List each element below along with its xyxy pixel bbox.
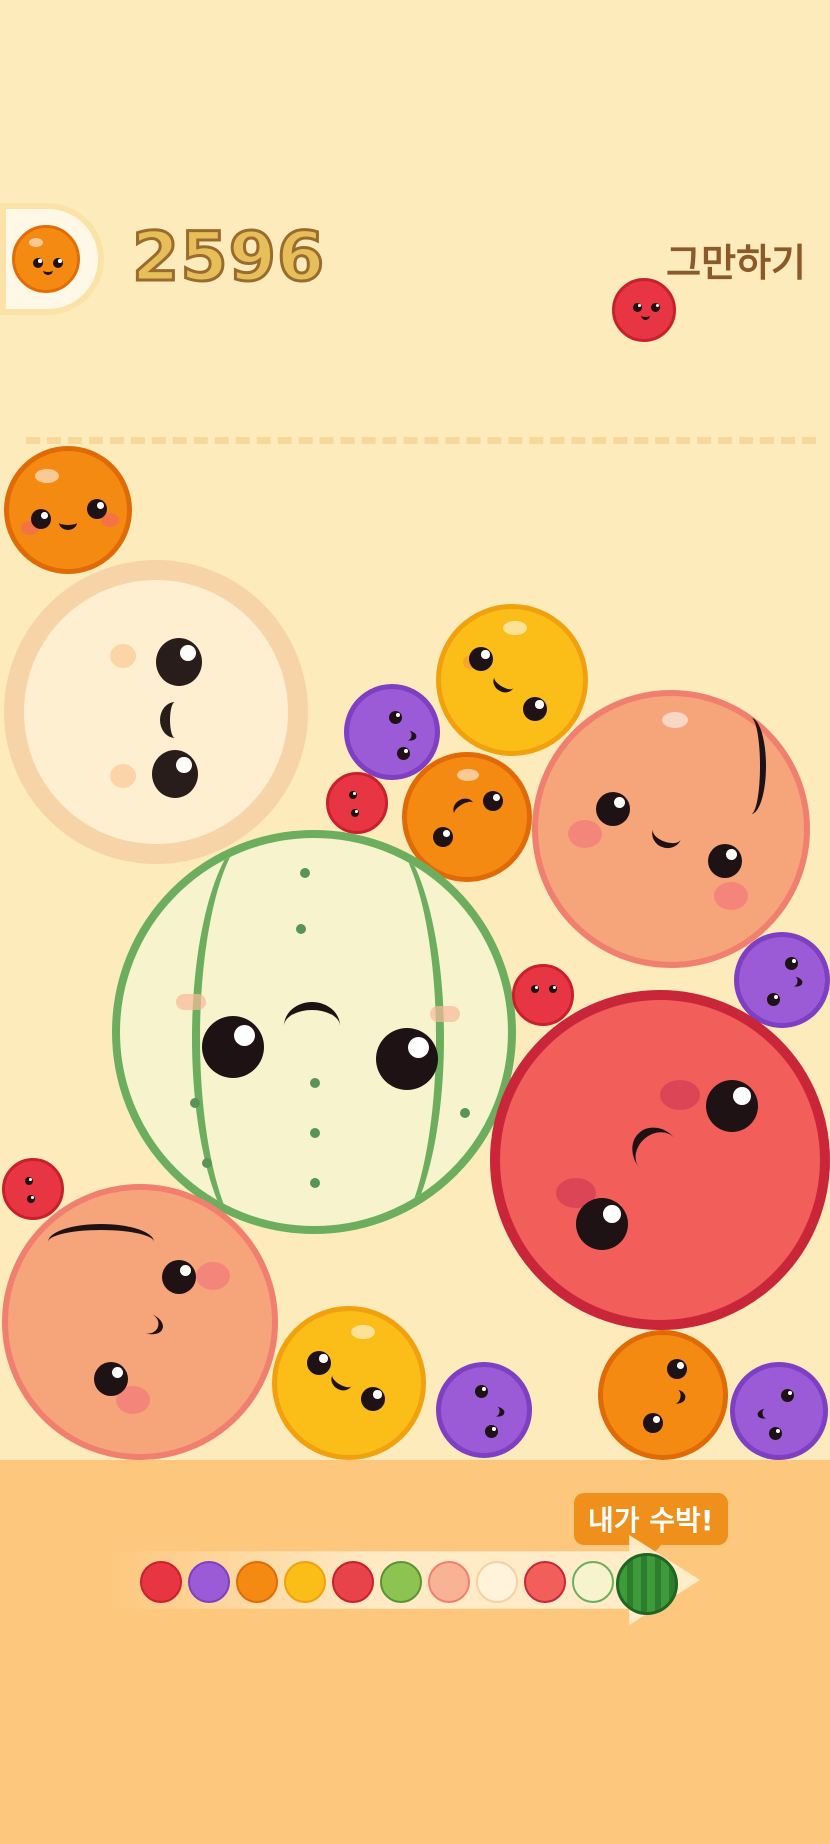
peach-icon	[428, 1561, 470, 1603]
orange-icon	[236, 1561, 278, 1603]
held-cherry[interactable]	[612, 278, 676, 342]
fruit-lemon	[436, 604, 588, 756]
evolution-strip	[110, 1535, 720, 1625]
fruit-grape	[436, 1362, 532, 1458]
fruit-orange	[598, 1330, 728, 1460]
fruit-melon	[112, 830, 516, 1234]
lemon-icon	[284, 1561, 326, 1603]
grape-icon	[188, 1561, 230, 1603]
fruit-peach	[2, 1184, 278, 1460]
fruit-grape	[730, 1362, 828, 1460]
fruit-grape	[734, 932, 830, 1028]
fruit-cherry	[512, 964, 574, 1026]
kiwi-icon	[380, 1561, 422, 1603]
fruit-lemon	[272, 1306, 426, 1460]
cherry-icon	[140, 1561, 182, 1603]
fruit-peach	[532, 690, 810, 968]
strawberry-icon	[332, 1561, 374, 1603]
fruit-cherry	[2, 1158, 64, 1220]
fruit-pale-melon	[4, 560, 308, 864]
fruit-orange	[4, 446, 132, 574]
watermelon-icon	[616, 1553, 678, 1615]
melon-icon	[572, 1561, 614, 1603]
melon-pale-icon	[476, 1561, 518, 1603]
apple-icon	[524, 1561, 566, 1603]
fruit-apple	[490, 990, 830, 1330]
fruit-cherry	[326, 772, 388, 834]
